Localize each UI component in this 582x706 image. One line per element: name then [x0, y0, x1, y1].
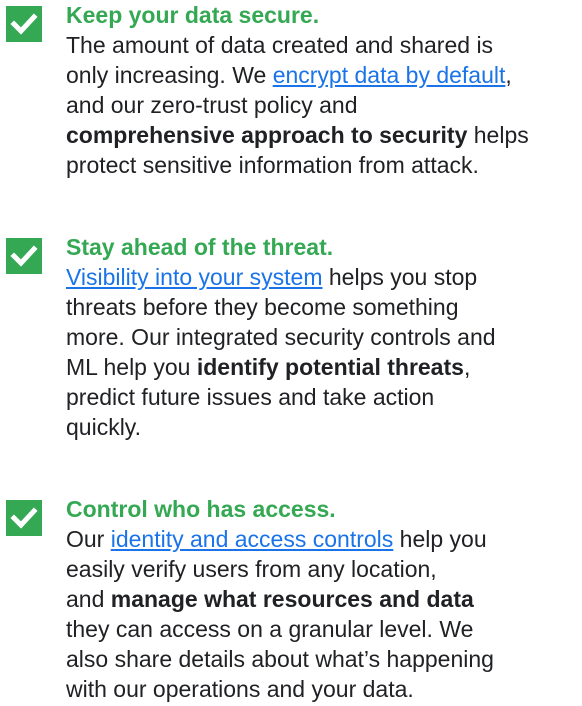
body-line: they can access on a granular level. We [66, 616, 474, 642]
emphasis-text: comprehensive approach to security [66, 122, 468, 148]
body-line: threats before they become something [66, 294, 459, 320]
checkmark-icon [6, 500, 42, 536]
emphasis-text: manage what resources and data [110, 586, 474, 612]
identity-access-link[interactable]: identity and access controls [111, 526, 394, 552]
body-line: also share details about what’s happenin… [66, 646, 494, 672]
encrypt-data-link[interactable]: encrypt data by default [273, 62, 506, 88]
body-line: ML help you identify potential threats, [66, 354, 471, 380]
emphasis-text: identify potential threats [196, 354, 464, 380]
body-line: and our zero-trust policy and [66, 92, 358, 118]
feature-text: Keep your data secure. The amount of dat… [66, 0, 576, 180]
body-line: comprehensive approach to security helps [66, 122, 529, 148]
feature-title: Stay ahead of the threat. [66, 234, 334, 260]
checkmark-icon [6, 6, 42, 42]
body-line: Visibility into your system helps you st… [66, 264, 478, 290]
body-line: easily verify users from any location, [66, 556, 437, 582]
feature-text: Stay ahead of the threat. Visibility int… [66, 232, 576, 442]
feature-title: Control who has access. [66, 496, 336, 522]
body-line: quickly. [66, 414, 141, 440]
body-line: more. Our integrated security controls a… [66, 324, 496, 350]
feature-list: Keep your data secure. The amount of dat… [0, 0, 582, 706]
body-line: predict future issues and take action [66, 384, 435, 410]
checkmark-icon [6, 238, 42, 274]
body-line: with our operations and your data. [66, 676, 414, 702]
feature-title: Keep your data secure. [66, 2, 320, 28]
feature-text: Control who has access. Our identity and… [66, 494, 576, 704]
visibility-link[interactable]: Visibility into your system [66, 264, 323, 290]
body-line: protect sensitive information from attac… [66, 152, 479, 178]
body-line: only increasing. We encrypt data by defa… [66, 62, 512, 88]
body-line: and manage what resources and data [66, 586, 474, 612]
body-line: The amount of data created and shared is [66, 32, 494, 58]
body-line: Our identity and access controls help yo… [66, 526, 487, 552]
